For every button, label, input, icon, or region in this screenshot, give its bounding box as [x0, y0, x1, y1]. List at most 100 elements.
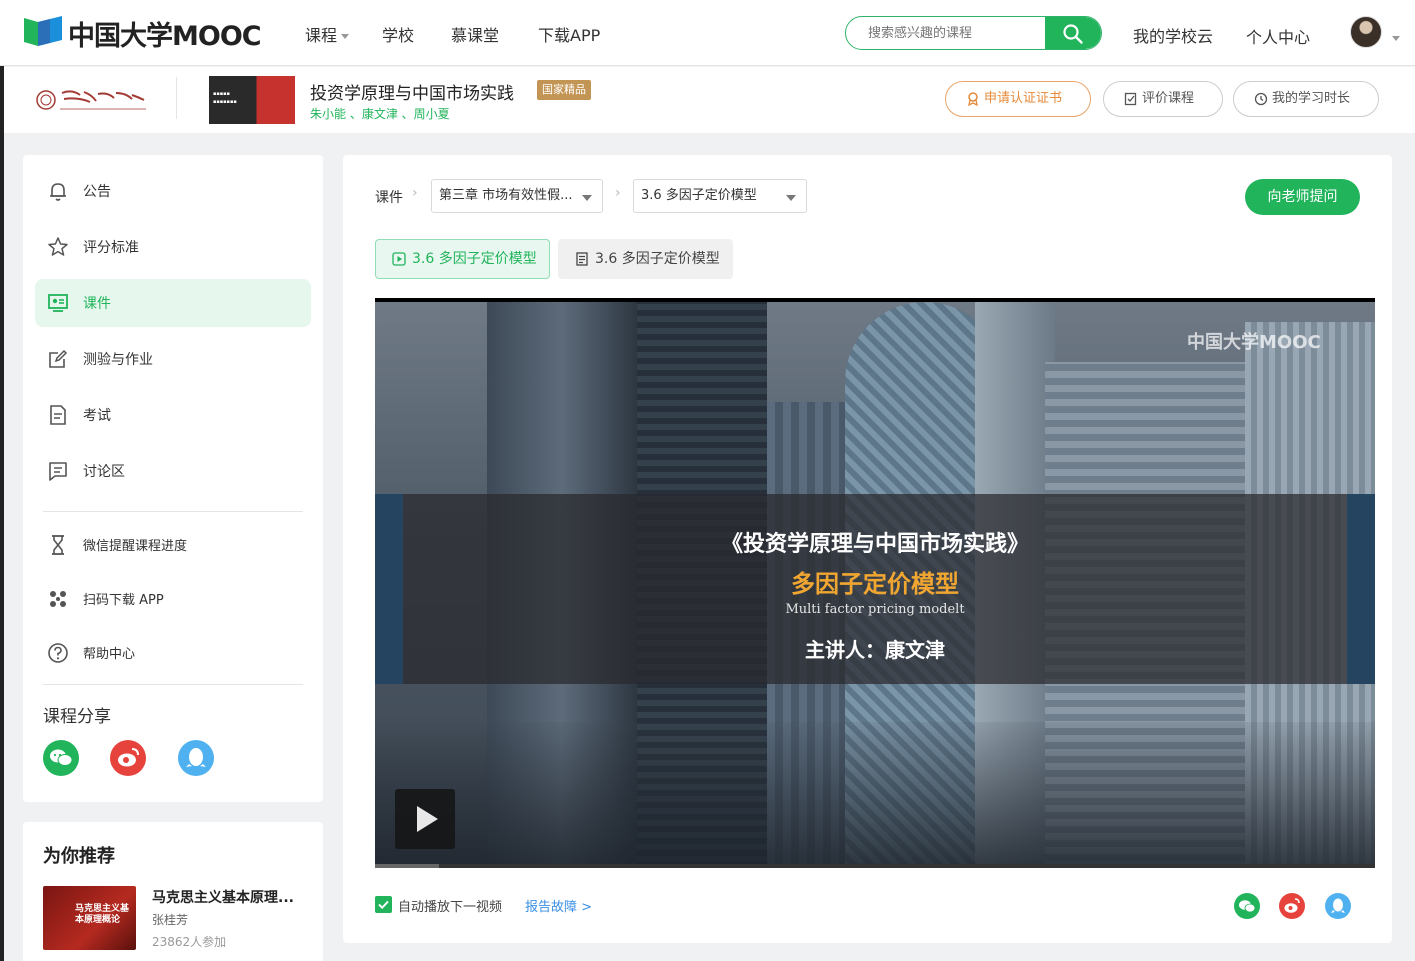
tab-video-lesson[interactable]: 3.6 多因子定价模型	[375, 239, 550, 279]
play-icon	[417, 806, 438, 832]
course-header: ▪▪▪▪▪ ▪▪▪▪▪▪▪ 投资学原理与中国市场实践 国家精品 朱小能 、康文津 …	[4, 67, 1415, 133]
top-navigation-bar: 中国大学MOOC 课程 学校 慕课堂 下载APP 我的学校云 个人中心	[0, 0, 1415, 66]
document-icon	[576, 252, 588, 266]
avatar-chevron-down-icon[interactable]	[1388, 30, 1400, 46]
autoplay-checkbox[interactable]	[375, 896, 392, 913]
recommend-course-teacher: 张桂芳	[152, 913, 189, 927]
course-sidebar: 公告 评分标准 课件 测验与作业 考试 讨论区 微信提醒课程进度 扫码下载 AP…	[23, 155, 323, 802]
sidebar-item-label: 评分标准	[83, 240, 139, 256]
breadcrumb-courseware[interactable]: 课件	[375, 187, 403, 207]
recommend-course-thumbnail[interactable]: 马克思主义基本原理概论	[43, 886, 136, 950]
chapter-select[interactable]: 第三章 市场有效性假...	[431, 179, 603, 213]
sidebar-item-quizzes[interactable]: 测验与作业	[35, 335, 311, 383]
weibo-share-icon[interactable]	[110, 740, 146, 776]
exam-icon	[50, 405, 66, 425]
autoplay-label[interactable]: 自动播放下一视频	[398, 896, 502, 915]
weibo-share-icon[interactable]	[1279, 893, 1305, 919]
search-input[interactable]	[846, 17, 1046, 49]
check-icon	[378, 900, 389, 910]
user-avatar[interactable]	[1350, 16, 1382, 48]
tab-document-label: 3.6 多因子定价模型	[595, 251, 720, 267]
chevron-down-icon	[582, 195, 592, 201]
tab-video-label: 3.6 多因子定价模型	[412, 251, 537, 267]
recommend-title: 为你推荐	[43, 846, 115, 867]
course-teachers[interactable]: 朱小能 、康文津 、周小夏	[310, 105, 450, 122]
site-logo-text[interactable]: 中国大学MOOC	[68, 14, 262, 53]
nav-download-app[interactable]: 下载APP	[538, 22, 600, 46]
nav-mooc-class[interactable]: 慕课堂	[451, 22, 499, 46]
national-quality-badge: 国家精品	[537, 80, 591, 100]
sidebar-item-exams[interactable]: 考试	[35, 391, 311, 439]
window-edge	[0, 0, 4, 961]
chevron-down-icon	[341, 34, 350, 39]
sidebar-item-download-app[interactable]: 扫码下载 APP	[35, 575, 311, 623]
sidebar-item-wechat-reminder[interactable]: 微信提醒课程进度	[35, 521, 311, 569]
nav-school-cloud[interactable]: 我的学校云	[1133, 23, 1213, 47]
wechat-share-icon[interactable]	[1234, 893, 1260, 919]
sidebar-item-discussion[interactable]: 讨论区	[35, 447, 311, 495]
nav-schools[interactable]: 学校	[382, 22, 414, 46]
wechat-share-icon[interactable]	[43, 740, 79, 776]
search-icon	[1063, 24, 1083, 44]
sidebar-item-help-center[interactable]: 帮助中心	[35, 629, 311, 677]
qq-share-icon[interactable]	[1325, 893, 1351, 919]
video-player[interactable]: 中国大学MOOC 《投资学原理与中国市场实践》 多因子定价模型 Multi fa…	[375, 298, 1375, 868]
review-icon	[1124, 92, 1137, 106]
chevron-down-icon	[786, 195, 796, 201]
university-logo-icon[interactable]	[36, 85, 148, 115]
share-section-title: 课程分享	[43, 707, 111, 727]
sidebar-item-announcements[interactable]: 公告	[35, 167, 311, 215]
award-icon	[968, 92, 978, 106]
sidebar-item-label: 测验与作业	[83, 352, 153, 368]
recommend-panel: 为你推荐 马克思主义基本原理概论 马克思主义基本原理... 张桂芳 23862人…	[23, 822, 323, 961]
review-course-label: 评价课程	[1142, 91, 1195, 106]
video-english-title: Multi factor pricing modelt	[785, 602, 965, 617]
discussion-icon	[49, 462, 67, 481]
sidebar-item-label: 公告	[83, 184, 111, 200]
sidebar-item-courseware[interactable]: 课件	[35, 279, 311, 327]
review-course-button[interactable]: 评价课程	[1103, 81, 1223, 117]
edit-icon	[49, 349, 68, 368]
recommend-course-participants: 23862人参加	[152, 935, 227, 949]
mooc-logo-icon[interactable]	[22, 14, 64, 48]
video-icon	[392, 252, 406, 266]
sidebar-item-label: 考试	[83, 408, 111, 424]
courseware-main-panel: 课件 › 第三章 市场有效性假... › 3.6 多因子定价模型 向老师提问 3…	[343, 155, 1392, 943]
tab-document-lesson[interactable]: 3.6 多因子定价模型	[558, 239, 733, 279]
study-time-button[interactable]: 我的学习时长	[1233, 81, 1379, 117]
star-icon	[48, 237, 68, 256]
qq-share-icon[interactable]	[178, 740, 214, 776]
bell-icon	[50, 183, 66, 201]
report-issue-link[interactable]: 报告故障 >	[525, 896, 592, 915]
sidebar-item-label: 帮助中心	[83, 647, 136, 662]
lesson-select[interactable]: 3.6 多因子定价模型	[633, 179, 807, 213]
recommend-course-name[interactable]: 马克思主义基本原理...	[152, 887, 294, 907]
search-box	[845, 16, 1102, 50]
ask-teacher-button[interactable]: 向老师提问	[1245, 179, 1360, 215]
qr-icon	[50, 591, 66, 607]
video-frame[interactable]: 中国大学MOOC 《投资学原理与中国市场实践》 多因子定价模型 Multi fa…	[375, 302, 1375, 868]
sidebar-item-label: 微信提醒课程进度	[83, 539, 188, 554]
recommend-thumbnail-caption: 马克思主义基本原理概论	[75, 904, 130, 925]
video-progress-bar[interactable]	[375, 864, 1375, 868]
courseware-icon	[48, 294, 68, 312]
hourglass-icon	[52, 535, 64, 555]
course-title: 投资学原理与中国市场实践	[310, 84, 514, 104]
nav-courses[interactable]: 课程	[305, 22, 350, 46]
video-ground-shadow	[375, 722, 1375, 868]
nav-courses-label: 课程	[305, 26, 338, 45]
chapter-select-value: 第三章 市场有效性假...	[439, 188, 573, 203]
apply-certificate-button[interactable]: 申请认证证书	[945, 81, 1091, 117]
video-course-title: 《投资学原理与中国市场实践》	[720, 532, 1029, 557]
sidebar-item-label: 扫码下载 APP	[83, 593, 164, 608]
chevron-right-icon: ›	[615, 185, 621, 201]
video-lecturer: 主讲人：康文津	[805, 638, 945, 662]
search-button[interactable]	[1045, 17, 1101, 49]
apply-certificate-label: 申请认证证书	[984, 91, 1063, 106]
video-progress-fill	[375, 864, 439, 868]
sidebar-item-grading[interactable]: 评分标准	[35, 223, 311, 271]
play-button[interactable]	[395, 789, 455, 849]
sidebar-item-label: 讨论区	[83, 464, 125, 480]
study-time-label: 我的学习时长	[1272, 91, 1351, 106]
nav-personal-center[interactable]: 个人中心	[1246, 24, 1310, 48]
